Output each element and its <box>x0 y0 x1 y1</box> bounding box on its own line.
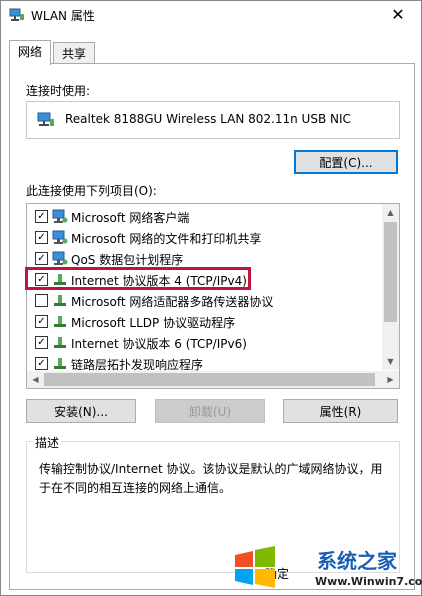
items-label: 此连接使用下列项目(O): <box>26 184 157 198</box>
dialog-window: WLAN 属性 ✕ 网络 共享 连接时使用: Realtek 8188GU Wi… <box>0 0 422 596</box>
list-item-label: Microsoft 网络客户端 <box>71 211 190 225</box>
install-button[interactable]: 安装(N)... <box>26 399 136 423</box>
horizontal-scrollbar[interactable]: ◀ ▶ <box>27 371 399 388</box>
list-item-label: Microsoft LLDP 协议驱动程序 <box>71 316 236 330</box>
scroll-up-icon[interactable]: ▲ <box>382 204 399 221</box>
scroll-down-icon[interactable]: ▼ <box>382 353 399 370</box>
list-item-label: Internet 协议版本 6 (TCP/IPv6) <box>71 337 247 351</box>
horizontal-scroll-thumb[interactable] <box>44 373 375 386</box>
list-item[interactable]: ✓ Internet 协议版本 6 (TCP/IPv6) <box>27 332 379 353</box>
tab-network[interactable]: 网络 <box>9 40 51 65</box>
windows-logo-icon <box>235 546 275 588</box>
watermark-brand: 系统之家 <box>317 549 397 573</box>
list-item-label: QoS 数据包计划程序 <box>71 253 184 267</box>
watermark-url: Www.Winwin7.com <box>315 575 422 588</box>
scroll-left-icon[interactable]: ◀ <box>27 371 44 388</box>
site-watermark: 系统之家 Www.Winwin7.com <box>231 541 422 593</box>
network-client-icon <box>52 230 68 244</box>
description-text: 传输控制协议/Internet 协议。该协议是默认的广域网络协议，用于在不同的相… <box>39 462 383 495</box>
checkbox[interactable]: ✓ <box>35 357 48 370</box>
network-adapter-icon <box>37 112 54 126</box>
adapter-name: Realtek 8188GU Wireless LAN 802.11n USB … <box>65 112 351 126</box>
checkbox[interactable]: ✓ <box>35 210 48 223</box>
protocol-icon <box>54 358 66 369</box>
tab-sharing[interactable]: 共享 <box>53 42 95 65</box>
list-item[interactable]: ✓ Microsoft 网络的文件和打印机共享 <box>27 227 379 248</box>
protocol-icon <box>54 295 66 306</box>
properties-button[interactable]: 属性(R) <box>283 399 398 423</box>
close-icon: ✕ <box>391 5 405 24</box>
vertical-scroll-thumb[interactable] <box>384 222 397 322</box>
checkbox[interactable]: ✓ <box>35 252 48 265</box>
checkbox[interactable]: ✓ <box>35 336 48 349</box>
components-list: ✓ Microsoft 网络客户端 ✓ Microsoft 网络的文件和打印机共… <box>27 206 379 374</box>
configure-button[interactable]: 配置(C)... <box>294 150 398 174</box>
checkbox[interactable]: ✓ <box>35 315 48 328</box>
vertical-scrollbar[interactable]: ▲ ▼ <box>382 204 399 370</box>
network-adapter-icon <box>9 8 24 21</box>
list-item-label: Microsoft 网络的文件和打印机共享 <box>71 232 262 246</box>
list-item[interactable]: Microsoft 网络适配器多路传送器协议 <box>27 290 379 311</box>
components-listbox[interactable]: ✓ Microsoft 网络客户端 ✓ Microsoft 网络的文件和打印机共… <box>26 203 400 389</box>
list-item[interactable]: ✓ Microsoft LLDP 协议驱动程序 <box>27 311 379 332</box>
checkbox[interactable]: ✓ <box>35 231 48 244</box>
checkbox[interactable] <box>35 294 48 307</box>
uninstall-button[interactable]: 卸载(U) <box>155 399 265 423</box>
network-client-icon <box>52 251 68 265</box>
list-item[interactable]: ✓ Microsoft 网络客户端 <box>27 206 379 227</box>
highlight-box <box>25 267 251 290</box>
title-bar[interactable]: WLAN 属性 ✕ <box>1 1 421 29</box>
list-item[interactable]: ✓ QoS 数据包计划程序 <box>27 248 379 269</box>
tab-panel-network: 连接时使用: Realtek 8188GU Wireless LAN 802.1… <box>9 63 415 590</box>
adapter-box: Realtek 8188GU Wireless LAN 802.11n USB … <box>26 101 400 139</box>
window-title: WLAN 属性 <box>31 9 95 23</box>
protocol-icon <box>54 316 66 327</box>
network-client-icon <box>52 209 68 223</box>
protocol-icon <box>54 337 66 348</box>
description-title: 描述 <box>33 434 62 451</box>
connect-using-label: 连接时使用: <box>26 84 91 98</box>
list-item-label: Microsoft 网络适配器多路传送器协议 <box>71 295 274 309</box>
close-button[interactable]: ✕ <box>375 1 421 29</box>
scroll-right-icon[interactable]: ▶ <box>382 371 399 388</box>
